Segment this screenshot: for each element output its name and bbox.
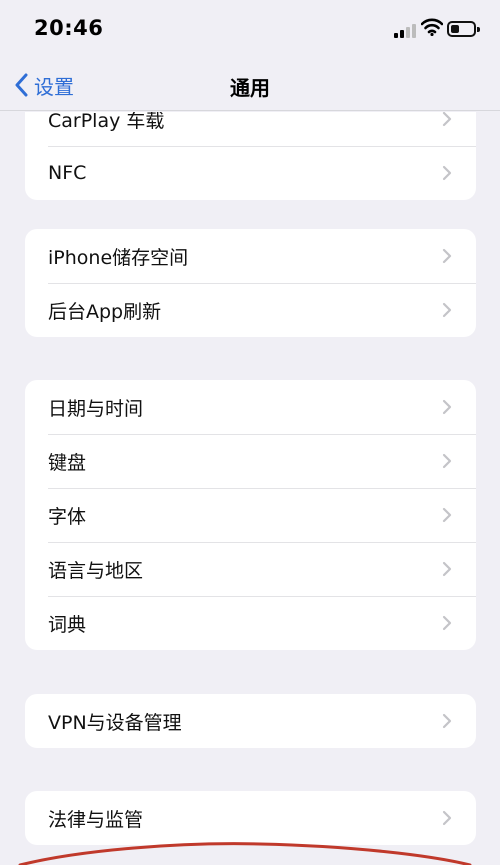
row-label: 键盘 [48,451,87,474]
settings-row-fonts[interactable]: 字体 [25,488,476,542]
chevron-right-icon [442,507,452,523]
chevron-right-icon [442,302,452,318]
wifi-icon [421,18,443,36]
chevron-right-icon [442,615,452,631]
row-label: 词典 [48,613,87,636]
row-label: 语言与地区 [48,559,144,582]
settings-group-vpn: VPN与设备管理 [25,694,476,748]
chevron-right-icon [442,453,452,469]
chevron-right-icon [442,248,452,264]
settings-row-date-time[interactable]: 日期与时间 [25,380,476,434]
row-label: VPN与设备管理 [48,711,182,734]
status-time: 20:46 [34,16,104,40]
settings-row-dictionary[interactable]: 词典 [25,596,476,650]
status-bar: 20:46 [0,0,500,62]
row-label: CarPlay 车载 [48,112,165,132]
settings-row-background-refresh[interactable]: 后台App刷新 [25,283,476,337]
row-label: 字体 [48,505,87,528]
chevron-right-icon [442,561,452,577]
page-title: 通用 [230,76,270,100]
navigation-bar: 设置 通用 [0,62,500,112]
settings-list[interactable]: CarPlay 车载 NFC iPhone储存空间 后台App刷新 日期与时间 [0,112,500,865]
chevron-right-icon [442,112,452,127]
settings-row-keyboard[interactable]: 键盘 [25,434,476,488]
cellular-signal-icon [394,22,418,38]
battery-icon [447,21,480,37]
nav-divider [0,110,500,111]
settings-group-storage: iPhone储存空间 后台App刷新 [25,229,476,337]
settings-row-vpn-device-management[interactable]: VPN与设备管理 [25,694,476,748]
settings-group-locale: 日期与时间 键盘 字体 语言与地区 词典 [25,380,476,650]
settings-group-connectivity: CarPlay 车载 NFC [25,112,476,200]
settings-row-iphone-storage[interactable]: iPhone储存空间 [25,229,476,283]
settings-row-language-region[interactable]: 语言与地区 [25,542,476,596]
row-label: 日期与时间 [48,397,144,420]
row-label: 后台App刷新 [48,300,162,323]
row-label: iPhone储存空间 [48,246,189,269]
settings-row-nfc[interactable]: NFC [25,146,476,200]
chevron-right-icon [442,713,452,729]
row-label: NFC [48,162,87,184]
chevron-right-icon [442,399,452,415]
chevron-right-icon [442,165,452,181]
annotation-circle-stroke [18,842,472,865]
settings-row-carplay[interactable]: CarPlay 车载 [25,112,476,146]
